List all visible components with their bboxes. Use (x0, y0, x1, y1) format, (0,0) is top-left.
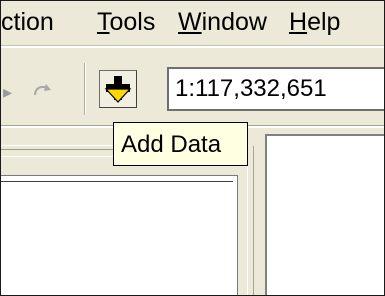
menu-tools-label: ools (109, 8, 156, 36)
toolbar-separator (84, 63, 86, 115)
map-scale-input[interactable]: 1:117,332,651 (167, 67, 384, 111)
partial-toolbar-icon: ▸ (3, 82, 13, 102)
add-data-tooltip: Add Data (113, 122, 248, 166)
menu-window-hotkey: W (178, 8, 202, 36)
app-window: ction Tools Window Help ▸ 1:117,332,651 … (0, 0, 385, 296)
menu-window-label: indow (201, 8, 267, 36)
add-data-button[interactable] (99, 70, 137, 108)
map-display-area[interactable] (265, 134, 384, 295)
menu-window[interactable]: Window (178, 7, 267, 37)
menu-tools-hotkey: T (97, 8, 110, 36)
menu-selection[interactable]: ction (1, 7, 54, 37)
menu-help-label: elp (307, 8, 341, 36)
menu-help-hotkey: H (289, 8, 308, 36)
add-data-plus-icon (104, 76, 132, 103)
map-scale-value: 1:117,332,651 (175, 75, 327, 102)
toc-inner-border (1, 181, 233, 295)
splitter-grip-line (253, 146, 254, 295)
menu-separator (1, 45, 384, 48)
standard-toolbar: ▸ 1:117,332,651 (1, 49, 384, 125)
redo-arrow-icon[interactable] (31, 79, 57, 101)
menu-tools[interactable]: Tools (97, 7, 155, 37)
menu-bar: ction Tools Window Help (1, 1, 384, 45)
tooltip-text: Add Data (121, 131, 222, 158)
menu-help[interactable]: Help (289, 7, 340, 37)
